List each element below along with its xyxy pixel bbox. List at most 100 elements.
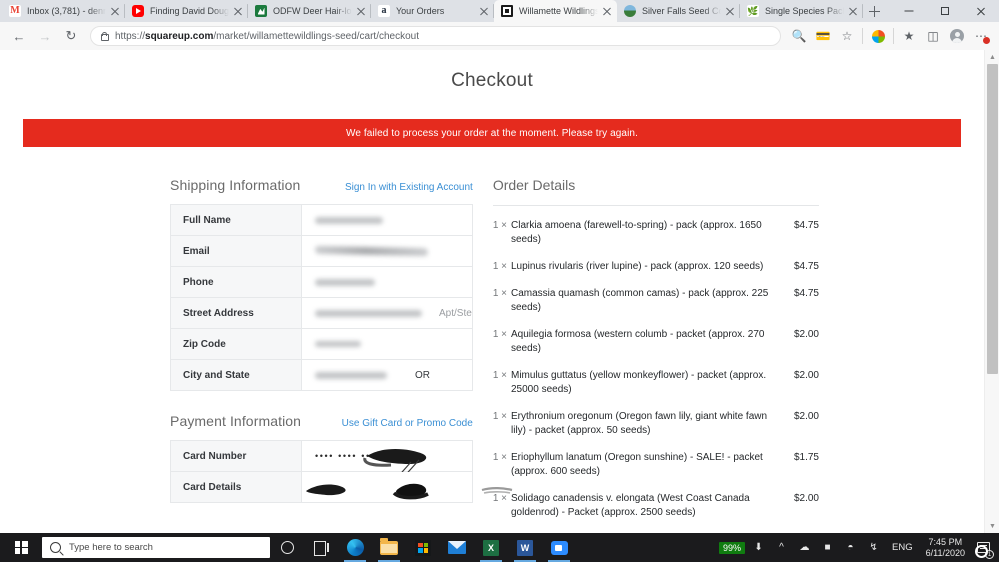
form-row-street-address: Street Address Apt/Ste <box>171 298 472 329</box>
cortana-button[interactable] <box>270 533 304 562</box>
close-tab-icon[interactable] <box>847 5 859 17</box>
browser-tab-odfw[interactable]: ODFW Deer Hair-loss <box>248 0 371 22</box>
tab-strip: M Inbox (3,781) - dennyb Finding David D… <box>0 0 999 22</box>
page-scrollbar[interactable]: ▲ ▼ <box>984 50 999 533</box>
settings-more-icon[interactable]: ⋯ <box>969 24 993 48</box>
zip-code-input[interactable] <box>302 329 472 359</box>
field-label: Full Name <box>171 205 302 235</box>
battery-icon[interactable]: ■ <box>816 533 839 562</box>
browser-tab-silver-falls[interactable]: Silver Falls Seed Comp <box>617 0 740 22</box>
sign-in-existing-account-link[interactable]: Sign In with Existing Account <box>345 182 473 193</box>
phone-input[interactable] <box>302 267 472 297</box>
zoom-taskbar-button[interactable] <box>542 533 576 562</box>
task-view-button[interactable] <box>304 533 338 562</box>
language-indicator[interactable]: ENG <box>885 542 920 553</box>
order-line-item: 1 × Lupinus rivularis (river lupine) - p… <box>493 260 819 274</box>
odfw-favicon <box>255 5 267 17</box>
excel-taskbar-button[interactable]: X <box>474 533 508 562</box>
item-name: Clarkia amoena (farewell-to-spring) - pa… <box>511 219 781 247</box>
silverfalls-favicon <box>624 5 636 17</box>
browser-tab-amazon-orders[interactable]: a Your Orders <box>371 0 494 22</box>
item-price: $4.75 <box>781 260 819 274</box>
scroll-up-icon[interactable]: ▲ <box>985 50 999 64</box>
favorite-star-icon[interactable]: ☆ <box>835 24 859 48</box>
browser-chrome: M Inbox (3,781) - dennyb Finding David D… <box>0 0 999 50</box>
error-banner: We failed to process your order at the m… <box>23 119 961 147</box>
microsoft-store-taskbar-button[interactable] <box>406 533 440 562</box>
close-tab-icon[interactable] <box>232 5 244 17</box>
item-price: $2.00 <box>781 369 819 383</box>
item-name: Mimulus guttatus (yellow monkeyflower) -… <box>511 369 781 397</box>
page-title: Checkout <box>0 50 984 92</box>
item-quantity: 1 × <box>493 451 507 465</box>
collections-icon[interactable] <box>866 24 890 48</box>
close-tab-icon[interactable] <box>109 5 121 17</box>
browser-tab-single-species[interactable]: 🌿 Single Species Packets <box>740 0 863 22</box>
card-details-input[interactable] <box>302 472 472 502</box>
street-address-input[interactable]: Apt/Ste <box>302 298 472 328</box>
minimize-window-button[interactable] <box>891 0 927 22</box>
payment-section-title: Payment Information <box>170 413 301 429</box>
wallet-icon[interactable]: 💳 <box>811 24 835 48</box>
scrollbar-thumb[interactable] <box>987 64 998 374</box>
full-name-input[interactable] <box>302 205 472 235</box>
scroll-down-icon[interactable]: ▼ <box>985 519 999 533</box>
card-number-input[interactable]: •••• •••• •••• <box>302 441 472 471</box>
browser-tab-youtube[interactable]: Finding David Douglas <box>125 0 248 22</box>
form-row-city-and-state: City and State OR <box>171 360 472 391</box>
email-input[interactable] <box>302 236 472 266</box>
maximize-window-button[interactable] <box>927 0 963 22</box>
item-quantity: 1 × <box>493 492 507 506</box>
battery-percent-badge: 99% <box>719 542 745 554</box>
collections-panel-icon[interactable]: ◫ <box>921 24 945 48</box>
order-details-column: Order Details 1 × Clarkia amoena (farewe… <box>473 177 984 533</box>
address-bar[interactable]: https://squareup.com/market/willamettewi… <box>90 26 781 46</box>
browser-tab-willamette-wildlings[interactable]: Willamette Wildlings <box>494 0 617 22</box>
form-row-phone: Phone <box>171 267 472 298</box>
use-gift-card-promo-link[interactable]: Use Gift Card or Promo Code <box>342 418 473 429</box>
windows-taskbar: Type here to search X W 99% ⬇ ^ ☁ ■ ◓ ↯ … <box>0 533 999 562</box>
apt-ste-input[interactable]: Apt/Ste <box>439 308 472 319</box>
download-icon[interactable]: ⬇ <box>747 533 770 562</box>
taskbar-search-input[interactable]: Type here to search <box>42 537 270 558</box>
close-tab-icon[interactable] <box>601 5 613 17</box>
form-row-email: Email <box>171 236 472 267</box>
order-line-item: 1 × Mimulus guttatus (yellow monkeyflowe… <box>493 369 819 397</box>
state-value[interactable]: OR <box>415 370 430 381</box>
browser-tab-gmail[interactable]: M Inbox (3,781) - dennyb <box>2 0 125 22</box>
onedrive-cloud-icon[interactable]: ☁ <box>793 533 816 562</box>
lock-icon <box>99 31 108 41</box>
new-tab-button[interactable] <box>863 2 887 22</box>
order-line-item: 1 × Aquilegia formosa (western columb - … <box>493 328 819 356</box>
profile-icon[interactable] <box>945 24 969 48</box>
notification-center-button[interactable]: 1 <box>971 533 995 562</box>
back-icon[interactable]: ← <box>6 23 32 49</box>
close-window-button[interactable] <box>963 0 999 22</box>
mail-taskbar-button[interactable] <box>440 533 474 562</box>
bluetooth-icon[interactable]: ↯ <box>862 533 885 562</box>
start-button[interactable] <box>0 533 42 562</box>
item-quantity: 1 × <box>493 328 507 342</box>
redacted-value <box>315 341 361 347</box>
item-price: $2.00 <box>781 328 819 342</box>
word-taskbar-button[interactable]: W <box>508 533 542 562</box>
city-input[interactable]: OR <box>302 360 472 390</box>
checkout-columns: Shipping Information Sign In with Existi… <box>0 147 984 533</box>
order-divider <box>493 205 819 206</box>
refresh-icon[interactable]: ↻ <box>58 23 84 49</box>
show-hidden-icons-chevron-icon[interactable]: ^ <box>770 533 793 562</box>
forward-icon[interactable]: → <box>32 23 58 49</box>
item-name: Aquilegia formosa (western columb - pack… <box>511 328 781 356</box>
file-explorer-taskbar-button[interactable] <box>372 533 406 562</box>
favorites-bar-icon[interactable]: ★ <box>897 24 921 48</box>
close-tab-icon[interactable] <box>724 5 736 17</box>
clock[interactable]: 7:45 PM 6/11/2020 <box>920 537 971 559</box>
wifi-icon[interactable]: ◓ <box>839 533 862 562</box>
page-viewport: Checkout We failed to process your order… <box>0 50 999 533</box>
close-tab-icon[interactable] <box>478 5 490 17</box>
edge-taskbar-button[interactable] <box>338 533 372 562</box>
search-icon[interactable]: 🔍 <box>787 24 811 48</box>
close-tab-icon[interactable] <box>355 5 367 17</box>
item-name: Camassia quamash (common camas) - pack (… <box>511 287 781 315</box>
window-controls <box>891 0 999 22</box>
